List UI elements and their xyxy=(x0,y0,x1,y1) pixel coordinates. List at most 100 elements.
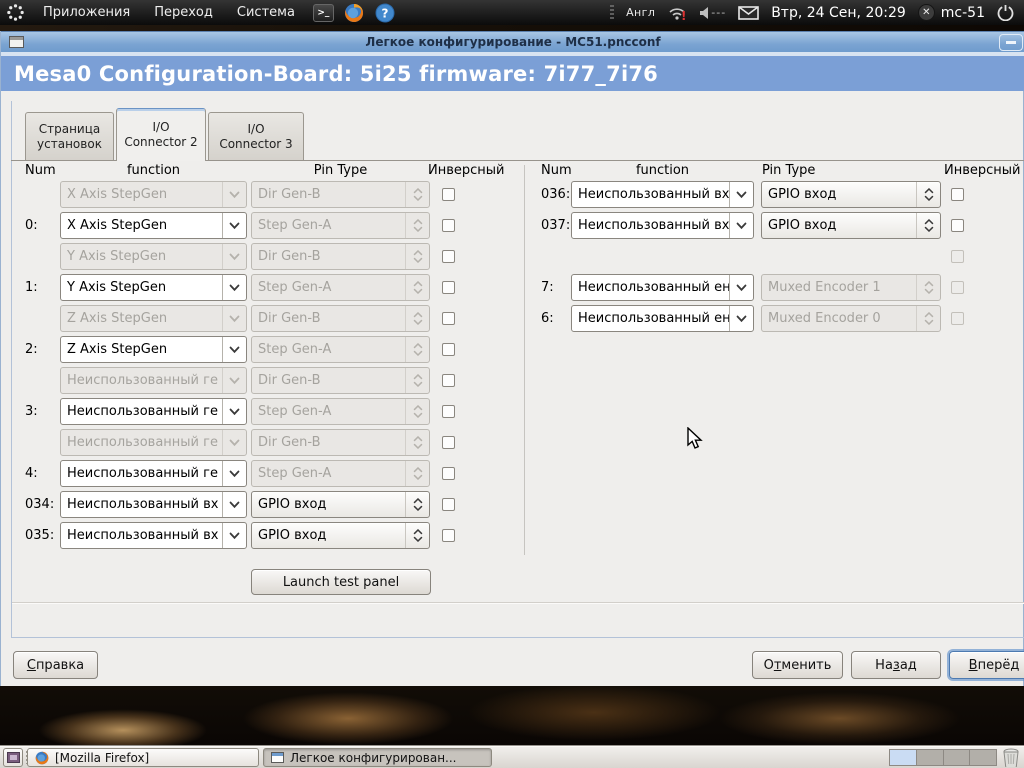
pintype-combobox[interactable]: GPIO вход xyxy=(761,212,941,239)
function-combobox: X Axis StepGen xyxy=(60,181,247,208)
function-combobox[interactable]: Неиспользованный вх xyxy=(60,491,247,518)
terminal-launcher[interactable]: >_ xyxy=(312,3,334,22)
table-row: 034: Неиспользованный вх GPIO вход xyxy=(15,491,515,518)
power-icon[interactable] xyxy=(997,4,1014,21)
forward-button[interactable]: Вперёд xyxy=(949,651,1024,679)
invert-checkbox[interactable] xyxy=(442,405,455,418)
spinner-arrows-icon xyxy=(405,182,429,207)
menu-system[interactable]: Система xyxy=(229,3,303,22)
pin-number-label: 1: xyxy=(25,280,38,295)
pintype-combobox: Muxed Encoder 1 xyxy=(761,274,941,301)
spinner-arrows-icon xyxy=(916,306,940,331)
workspace-2[interactable] xyxy=(916,750,944,765)
pintype-value: Muxed Encoder 0 xyxy=(768,311,881,326)
pintype-combobox[interactable]: GPIO вход xyxy=(761,181,941,208)
function-value: Неиспользованный вх xyxy=(578,187,729,202)
column-header-num: Num xyxy=(541,163,572,178)
workspace-1[interactable] xyxy=(890,750,917,765)
invert-checkbox[interactable] xyxy=(442,312,455,325)
function-combobox[interactable]: Неиспользованный вх xyxy=(60,522,247,549)
invert-checkbox[interactable] xyxy=(951,219,964,232)
tab-страница-установок[interactable]: Страница установок xyxy=(25,112,114,160)
taskbar-window-1[interactable]: [Mozilla Firefox] xyxy=(27,748,259,767)
invert-checkbox[interactable] xyxy=(442,529,455,542)
invert-checkbox[interactable] xyxy=(442,343,455,356)
show-desktop-button[interactable] xyxy=(3,748,23,767)
keyboard-layout-indicator[interactable]: Англ xyxy=(626,6,655,19)
help-button[interactable]: Справка xyxy=(13,651,98,679)
table-row: 035: Неиспользованный вх GPIO вход xyxy=(15,522,515,549)
function-combobox[interactable]: Неиспользованный ге xyxy=(60,460,247,487)
function-value: Неиспользованный ге xyxy=(67,404,218,419)
invert-checkbox[interactable] xyxy=(442,467,455,480)
distributor-logo-icon[interactable] xyxy=(6,3,25,22)
invert-checkbox xyxy=(951,281,964,294)
column-header-function: function xyxy=(635,163,690,178)
invert-checkbox[interactable] xyxy=(442,219,455,232)
function-combobox[interactable]: X Axis StepGen xyxy=(60,212,247,239)
function-value: Z Axis StepGen xyxy=(67,342,168,357)
network-icon[interactable]: ! xyxy=(667,5,687,21)
tab-i-o-connector-2[interactable]: I/O Connector 2 xyxy=(116,108,206,161)
chevron-down-icon xyxy=(222,213,246,238)
applet-handle[interactable] xyxy=(610,4,615,21)
unmaximize-button[interactable] xyxy=(999,34,1023,51)
firefox-icon xyxy=(35,751,49,764)
pintype-combobox: Dir Gen-B xyxy=(251,181,430,208)
function-combobox[interactable]: Неиспользованный ге xyxy=(60,398,247,425)
invert-checkbox[interactable] xyxy=(442,436,455,449)
user-badge-icon: ✕ xyxy=(917,4,935,21)
invert-checkbox[interactable] xyxy=(442,250,455,263)
spinner-arrows-icon xyxy=(405,244,429,269)
trash-icon[interactable] xyxy=(1002,748,1020,767)
table-row: Неиспользованный ге Dir Gen-B xyxy=(15,367,515,394)
help-launcher[interactable]: ? xyxy=(375,3,396,22)
function-combobox[interactable]: Неиспользованный ен xyxy=(571,274,754,301)
function-combobox[interactable]: Z Axis StepGen xyxy=(60,336,247,363)
pintype-combobox: Dir Gen-B xyxy=(251,429,430,456)
pintype-combobox: Dir Gen-B xyxy=(251,243,430,270)
menu-places[interactable]: Переход xyxy=(146,3,221,22)
pintype-combobox: Step Gen-A xyxy=(251,398,430,425)
spinner-arrows-icon xyxy=(405,337,429,362)
window-titlebar[interactable]: Легкое конфигурирование - MC51.pncconf xyxy=(1,31,1024,52)
launch-test-panel-button[interactable]: Launch test panel xyxy=(251,569,431,595)
spinner-arrows-icon xyxy=(405,399,429,424)
invert-checkbox[interactable] xyxy=(442,374,455,387)
tab-i-o-connector-3[interactable]: I/O Connector 3 xyxy=(208,112,304,160)
function-combobox[interactable]: Y Axis StepGen xyxy=(60,274,247,301)
cancel-button[interactable]: От менить xyxy=(752,651,843,679)
pintype-value: Dir Gen-B xyxy=(258,249,321,264)
invert-checkbox[interactable] xyxy=(442,498,455,511)
panel-left: Приложения Переход Система >_ ? xyxy=(0,3,396,22)
pin-number-label: 035: xyxy=(25,528,55,543)
function-combobox[interactable]: Неиспользованный вх xyxy=(571,212,754,239)
volume-indicator[interactable]: --- xyxy=(699,6,726,20)
invert-checkbox[interactable] xyxy=(951,188,964,201)
chevron-down-icon xyxy=(729,182,753,207)
clock[interactable]: Втр, 24 Сен, 20:29 xyxy=(771,5,906,21)
pintype-combobox: Step Gen-A xyxy=(251,336,430,363)
menu-applications[interactable]: Приложения xyxy=(35,3,138,22)
user-menu[interactable]: ✕ mc-51 xyxy=(917,4,985,21)
mail-icon[interactable] xyxy=(738,5,759,20)
spinner-arrows-icon xyxy=(405,523,429,548)
pintype-value: Step Gen-A xyxy=(258,280,332,295)
back-button[interactable]: На з ад xyxy=(851,651,941,679)
screen: Приложения Переход Система >_ ? Англ ! -… xyxy=(0,0,1024,768)
pintype-combobox[interactable]: GPIO вход xyxy=(251,522,430,549)
function-combobox[interactable]: Неиспользованный вх xyxy=(571,181,754,208)
connector2-right-table: Num function Pin Type Инверсный 036: Неи… xyxy=(531,163,1024,583)
taskbar-window-2[interactable]: Легкое конфигурирован... xyxy=(263,748,492,767)
function-value: Неиспользованный ге xyxy=(67,373,218,388)
firefox-launcher[interactable] xyxy=(344,3,365,22)
function-combobox[interactable]: Неиспользованный ен xyxy=(571,305,754,332)
pintype-value: Dir Gen-B xyxy=(258,435,321,450)
invert-checkbox[interactable] xyxy=(442,188,455,201)
spinner-arrows-icon xyxy=(916,182,940,207)
invert-checkbox[interactable] xyxy=(442,281,455,294)
pintype-value: Dir Gen-B xyxy=(258,373,321,388)
pintype-combobox[interactable]: GPIO вход xyxy=(251,491,430,518)
workspace-4[interactable] xyxy=(970,750,996,765)
workspace-3[interactable] xyxy=(943,750,971,765)
